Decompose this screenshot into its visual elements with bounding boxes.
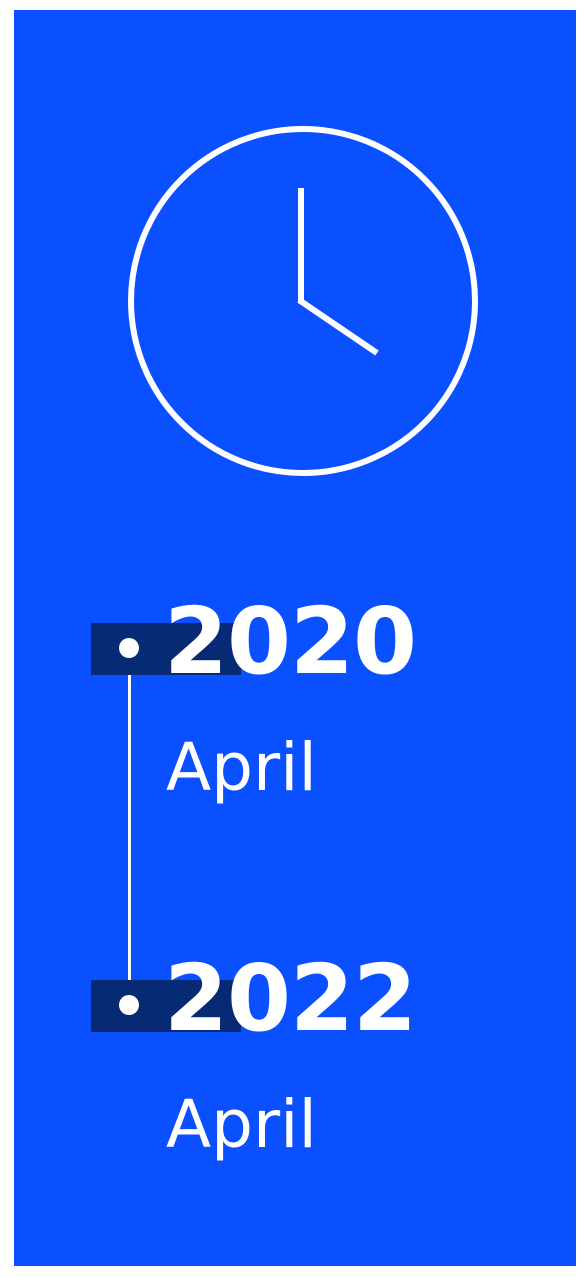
timeline-dot xyxy=(119,638,139,658)
timeline-connector xyxy=(128,648,131,1004)
end-month: April xyxy=(166,1086,317,1163)
timeline-dot xyxy=(119,995,139,1015)
start-month: April xyxy=(166,729,317,806)
start-year: 2020 xyxy=(164,588,417,695)
clock-icon xyxy=(128,126,478,476)
end-year: 2022 xyxy=(164,945,417,1052)
timeline-card: 2020 April 2022 April xyxy=(14,10,576,1266)
